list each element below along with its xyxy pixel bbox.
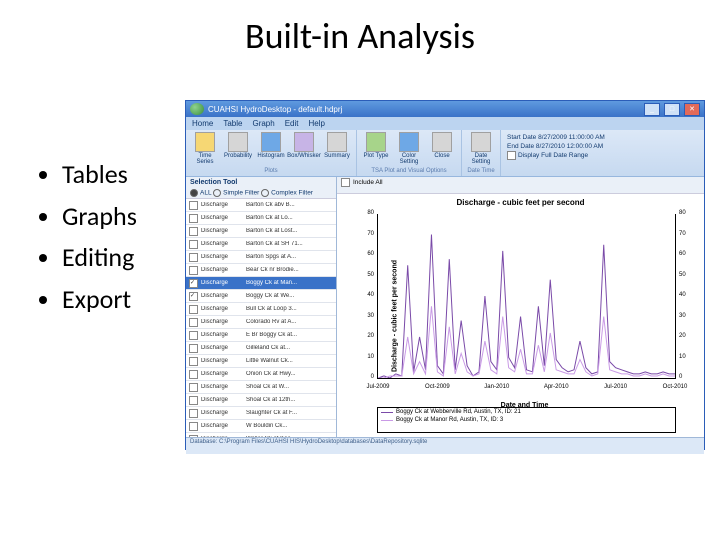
series-sidebar: Selection Tool ALL Simple Filter Complex… — [186, 177, 337, 437]
ribbon-date-info: Start Date 8/27/2009 11:00:00 AM End Dat… — [501, 130, 704, 176]
ribbon-close-button[interactable]: Close — [427, 132, 457, 165]
series-list[interactable]: DischargeBarton Ck abv B... DischargeBar… — [186, 198, 336, 437]
chart-svg — [378, 214, 675, 378]
menu-home[interactable]: Home — [192, 119, 213, 128]
plot-area: Include All Discharge - cubic feet per s… — [337, 177, 704, 437]
bullet-item: Graphs — [62, 198, 137, 236]
app-window: CUAHSI HydroDesktop - default.hdprj _ □ … — [185, 100, 705, 450]
plot-toolbar: Include All — [337, 177, 704, 194]
menu-graph[interactable]: Graph — [252, 119, 274, 128]
menu-bar: Home Table Graph Edit Help — [186, 117, 704, 130]
window-title: CUAHSI HydroDesktop - default.hdprj — [208, 105, 640, 114]
include-all-checkbox[interactable] — [341, 178, 350, 187]
minimize-button[interactable]: _ — [644, 103, 660, 116]
close-button[interactable]: ✕ — [684, 103, 700, 116]
menu-edit[interactable]: Edit — [285, 119, 299, 128]
probability-icon — [228, 132, 248, 152]
datesetting-icon — [471, 132, 491, 152]
status-bar: Database: C:\Program Files\CUAHSI HIS\Hy… — [186, 437, 704, 454]
full-date-checkbox[interactable] — [507, 151, 516, 160]
ribbon-datesetting-button[interactable]: Date Setting — [466, 132, 496, 165]
legend-swatch-2 — [381, 420, 393, 421]
chart: Discharge - cubic feet per second Discha… — [337, 194, 704, 437]
titlebar: CUAHSI HydroDesktop - default.hdprj _ □ … — [186, 101, 704, 117]
boxwhisker-icon — [294, 132, 314, 152]
plot-box: 0010102020303040405050606070708080Jul-20… — [377, 214, 676, 379]
ribbon-summary-button[interactable]: Summary — [322, 132, 352, 165]
chart-title: Discharge - cubic feet per second — [341, 198, 700, 207]
ribbon-boxwhisker-button[interactable]: Box/Whisker — [289, 132, 319, 165]
color-icon — [399, 132, 419, 152]
ribbon-group-date: Date Time — [466, 168, 496, 174]
ribbon-color-button[interactable]: Color Setting — [394, 132, 424, 165]
selection-tool-header: Selection Tool — [186, 177, 336, 188]
bullet-item: Editing — [62, 239, 137, 277]
radio-simple[interactable] — [213, 189, 221, 197]
closeplot-icon — [432, 132, 452, 152]
bullet-item: Export — [62, 281, 137, 319]
bullet-item: Tables — [62, 156, 137, 194]
ribbon: Time Series Probability Histogram Box/Wh… — [186, 130, 704, 177]
bullet-list: Tables Graphs Editing Export — [22, 156, 137, 323]
ribbon-group-plots: Plots — [190, 168, 352, 174]
legend-swatch-1 — [381, 412, 393, 413]
ribbon-timeseries-button[interactable]: Time Series — [190, 132, 220, 165]
timeseries-icon — [195, 132, 215, 152]
menu-help[interactable]: Help — [309, 119, 325, 128]
plottype-icon — [366, 132, 386, 152]
radio-all[interactable] — [190, 189, 198, 197]
ribbon-group-options: TSA Plot and Visual Options — [361, 168, 457, 174]
ribbon-probability-button[interactable]: Probability — [223, 132, 253, 165]
ribbon-plottype-button[interactable]: Plot Type — [361, 132, 391, 165]
chart-legend: Boggy Ck at Webberville Rd, Austin, TX, … — [377, 407, 676, 433]
menu-table[interactable]: Table — [223, 119, 242, 128]
ribbon-histogram-button[interactable]: Histogram — [256, 132, 286, 165]
radio-complex[interactable] — [261, 189, 269, 197]
summary-icon — [327, 132, 347, 152]
histogram-icon — [261, 132, 281, 152]
app-icon — [190, 103, 204, 115]
selection-mode: ALL Simple Filter Complex Filter — [186, 188, 336, 198]
maximize-button[interactable]: □ — [664, 103, 680, 116]
slide-title: Built-in Analysis — [0, 14, 720, 58]
